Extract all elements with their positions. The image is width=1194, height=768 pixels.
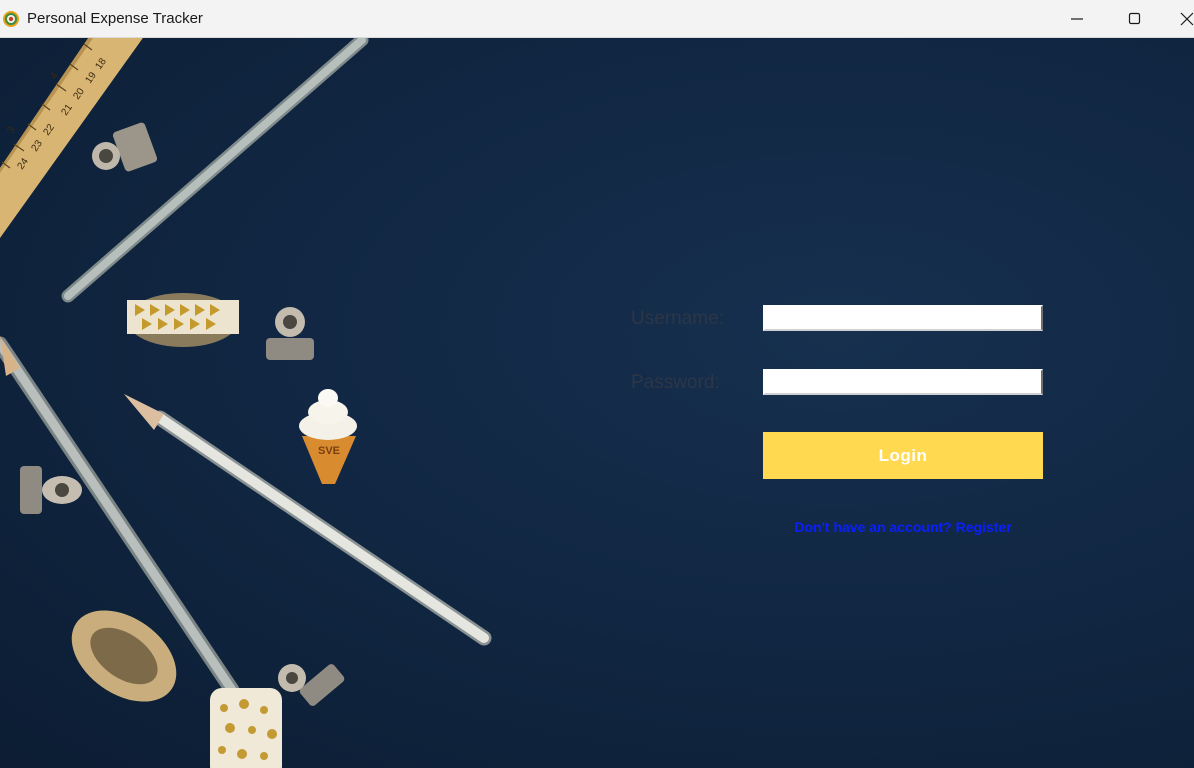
close-icon: [1180, 12, 1194, 26]
washi-tape-image: [210, 688, 282, 768]
username-label: Username:: [631, 308, 724, 329]
login-window-content: 3 4 18 19 20 21 22 23 24 SVE Username: P…: [0, 38, 1194, 768]
login-button[interactable]: Login: [763, 432, 1043, 479]
ruler-tick-label: 3: [5, 124, 17, 135]
close-button[interactable]: [1170, 0, 1194, 38]
username-input[interactable]: [763, 305, 1043, 331]
washi-tape-image: [127, 293, 239, 347]
password-input[interactable]: [763, 369, 1043, 395]
binder-clip-image: [20, 466, 82, 514]
register-link[interactable]: Don't have an account? Register: [763, 519, 1043, 536]
ruler-tick-label: 4: [48, 70, 60, 81]
stationery-background-image: 3 4 18 19 20 21 22 23 24 SVE: [0, 38, 492, 768]
title-bar: Personal Expense Tracker: [0, 0, 1194, 38]
ice-cream-label: SVE: [318, 445, 340, 457]
ice-cream-eraser-image: SVE: [299, 389, 357, 484]
binder-clip-image: [92, 122, 158, 172]
password-label: Password:: [631, 372, 720, 393]
binder-clip-image: [278, 664, 345, 706]
app-logo-icon: [3, 11, 19, 27]
maximize-button[interactable]: [1112, 0, 1158, 38]
minimize-icon: [1071, 18, 1083, 20]
binder-clip-image: [266, 307, 314, 360]
maximize-icon: [1128, 12, 1141, 25]
window-title: Personal Expense Tracker: [27, 10, 203, 27]
minimize-button[interactable]: [1054, 0, 1100, 38]
